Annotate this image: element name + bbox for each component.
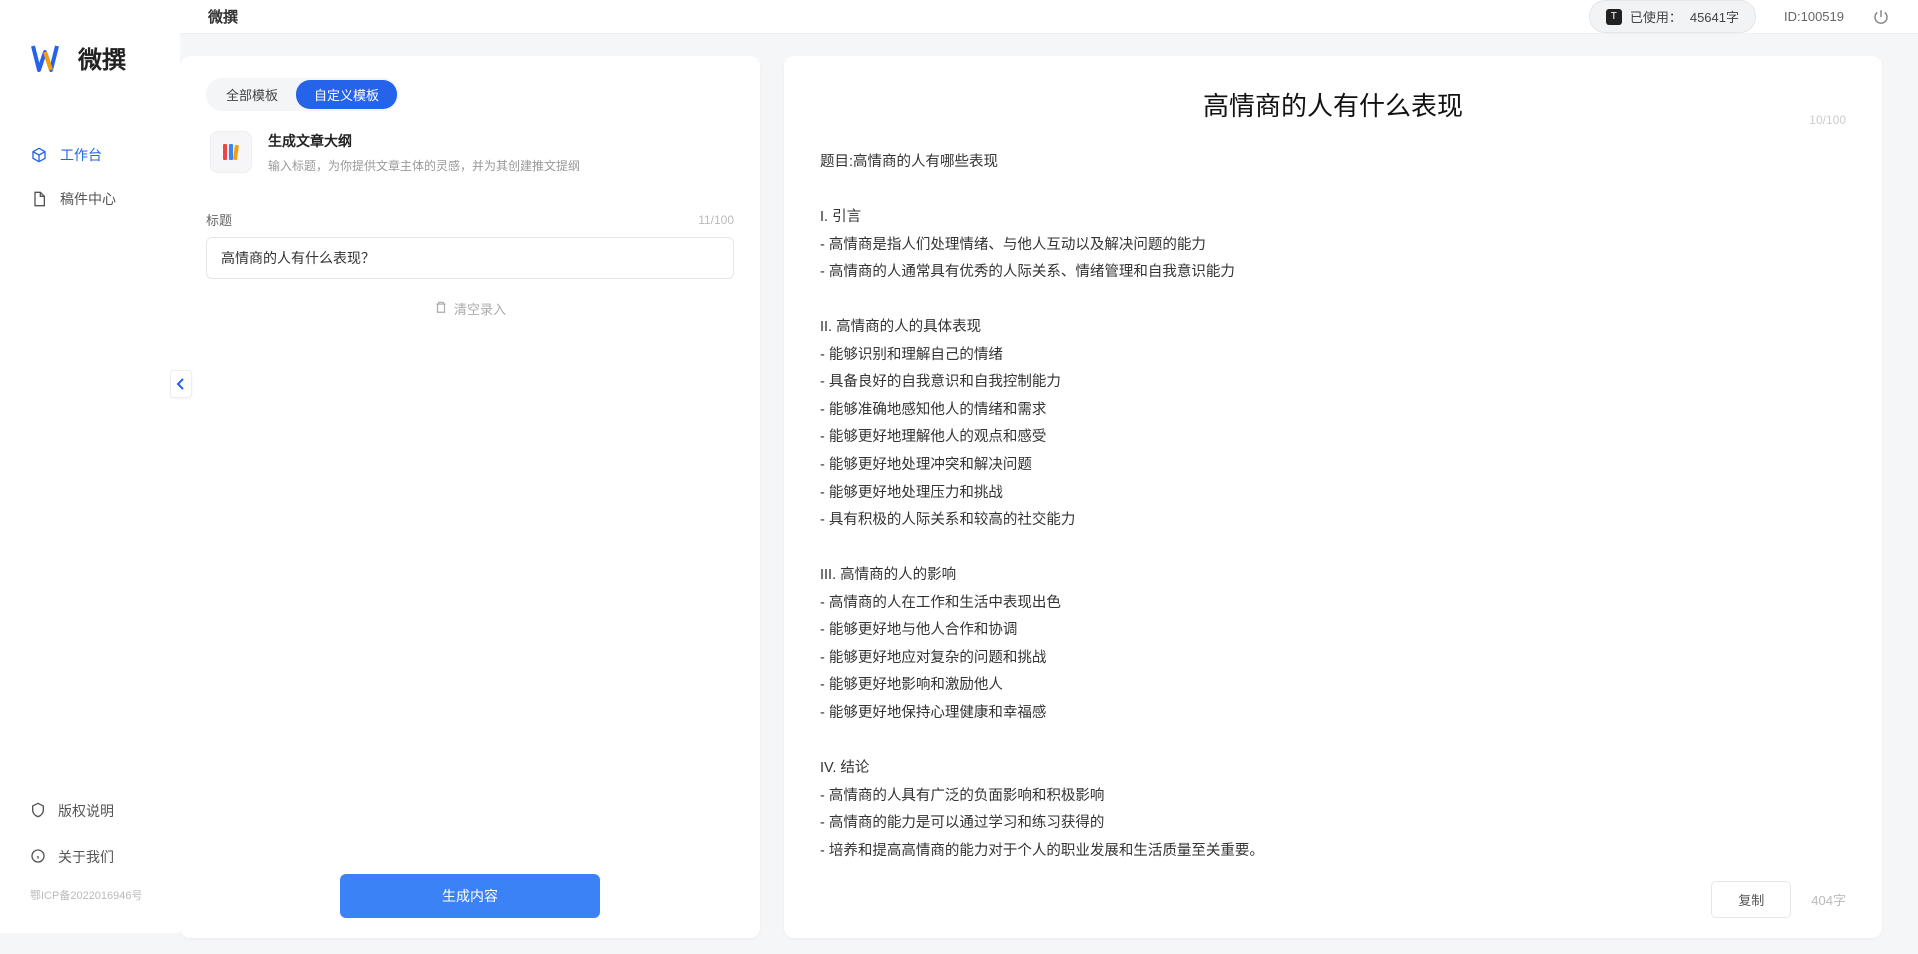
shield-icon <box>30 802 46 821</box>
title-field-label: 标题 <box>206 210 232 229</box>
info-icon <box>30 848 46 867</box>
sidebar: 微撰 工作台 稿件中心 版权 <box>0 0 180 933</box>
books-icon <box>210 131 252 173</box>
title-input[interactable] <box>206 237 734 279</box>
text-badge-icon: T <box>1606 9 1622 25</box>
sidebar-item-label: 工作台 <box>60 145 102 165</box>
trash-icon <box>434 300 448 317</box>
tab-custom-template[interactable]: 自定义模板 <box>296 80 397 109</box>
app-title: 微撰 <box>208 6 238 27</box>
sidebar-item-label: 版权说明 <box>58 801 114 821</box>
clear-input-button[interactable]: 清空录入 <box>206 299 734 318</box>
cube-icon <box>30 146 48 164</box>
document-body[interactable]: 题目:高情商的人有哪些表现 I. 引言 - 高情商是指人们处理情绪、与他人互动以… <box>820 149 1846 865</box>
brand-name: 微撰 <box>78 40 126 75</box>
template-desc: 输入标题，为你提供文章主体的灵感，并为其创建推文提纲 <box>268 157 580 174</box>
usage-value: 45641字 <box>1690 7 1739 26</box>
sidebar-item-copyright[interactable]: 版权说明 <box>20 795 160 827</box>
usage-label: 已使用： <box>1630 7 1682 26</box>
usage-pill[interactable]: T 已使用： 45641字 <box>1589 0 1756 33</box>
template-tabs: 全部模板 自定义模板 <box>206 78 399 111</box>
clear-label: 清空录入 <box>454 299 506 318</box>
sidebar-nav: 工作台 稿件中心 <box>0 135 180 219</box>
icp-text: 鄂ICP备2022016946号 <box>20 887 160 903</box>
title-field-block: 标题 11/100 <box>206 210 734 279</box>
title-char-counter: 11/100 <box>698 213 734 227</box>
sidebar-item-label: 关于我们 <box>58 847 114 867</box>
logo-mark-icon <box>30 43 70 73</box>
tab-all-templates[interactable]: 全部模板 <box>208 80 296 109</box>
word-count: 404字 <box>1811 890 1846 909</box>
topbar: 微撰 T 已使用： 45641字 ID:100519 <box>180 0 1918 34</box>
output-panel: 高情商的人有什么表现 10/100 题目:高情商的人有哪些表现 I. 引言 - … <box>784 56 1882 938</box>
brand-logo: 微撰 <box>0 40 180 75</box>
copy-button[interactable]: 复制 <box>1711 881 1791 918</box>
template-title: 生成文章大纲 <box>268 131 580 151</box>
sidebar-item-about[interactable]: 关于我们 <box>20 841 160 873</box>
document-title[interactable]: 高情商的人有什么表现 <box>820 86 1846 123</box>
power-icon[interactable] <box>1872 8 1890 26</box>
sidebar-item-label: 稿件中心 <box>60 189 116 209</box>
doc-title-counter: 10/100 <box>1809 113 1846 127</box>
template-card: 生成文章大纲 输入标题，为你提供文章主体的灵感，并为其创建推文提纲 <box>206 125 734 186</box>
sidebar-item-workbench[interactable]: 工作台 <box>20 135 160 175</box>
document-icon <box>30 190 48 208</box>
input-panel: 全部模板 自定义模板 生成文章大纲 输入标题，为你提供文章主体的灵感，并为其创建… <box>180 56 760 938</box>
user-id: ID:100519 <box>1784 9 1844 24</box>
sidebar-collapse-handle[interactable] <box>170 370 192 398</box>
sidebar-item-drafts[interactable]: 稿件中心 <box>20 179 160 219</box>
sidebar-footer: 版权说明 关于我们 鄂ICP备2022016946号 <box>0 795 180 923</box>
generate-button[interactable]: 生成内容 <box>340 874 600 918</box>
